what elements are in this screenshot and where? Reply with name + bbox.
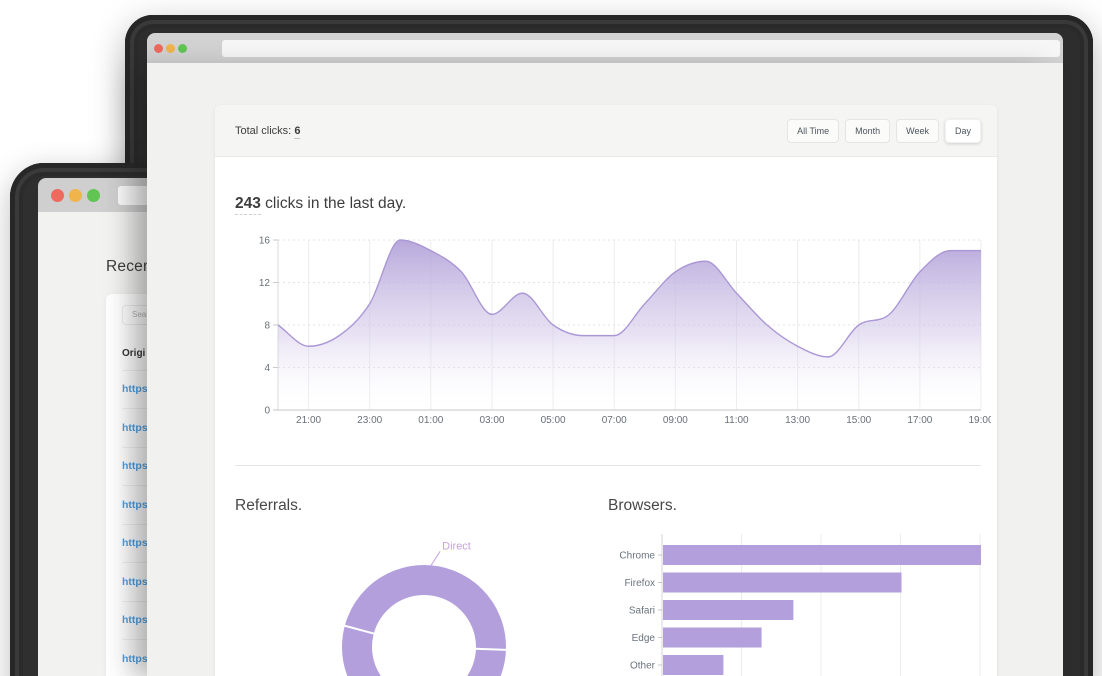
x-axis-tick-label: 07:00 <box>602 415 627 426</box>
total-clicks-value: 6 <box>294 125 300 139</box>
bar-safari <box>663 600 793 620</box>
donut-slice-divider <box>475 649 507 650</box>
section-divider <box>235 465 981 466</box>
bar-chrome <box>663 545 981 565</box>
close-window-button[interactable] <box>154 44 163 53</box>
bar-edge <box>663 628 762 648</box>
total-clicks-label: Total clicks: 6 <box>235 125 300 137</box>
filter-day-button[interactable]: Day <box>945 119 981 143</box>
close-window-button[interactable] <box>51 189 64 202</box>
bar-other <box>663 655 723 675</box>
filter-month-button[interactable]: Month <box>845 119 890 143</box>
analytics-card: Total clicks: 6 All Time Month Week Day … <box>215 105 997 676</box>
donut-slice-label: Direct <box>442 540 471 552</box>
clicks-area-chart[interactable]: 21:00 23:00 01:00 03:00 05:00 07:00 09:00 11:00… <box>235 232 991 428</box>
address-bar[interactable] <box>222 40 1060 57</box>
browsers-title: Browsers. <box>608 497 677 515</box>
minimize-window-button[interactable] <box>166 44 175 53</box>
bar-category-label: Edge <box>632 633 656 644</box>
minimize-window-button[interactable] <box>69 189 82 202</box>
clicks-summary-text: clicks in the last day. <box>261 195 406 212</box>
clicks-summary: 243 clicks in the last day. <box>235 195 406 213</box>
browsers-bar-chart[interactable]: Chrome Firefox Safari Edge Other <box>608 534 993 676</box>
bar-category-label: Firefox <box>624 578 655 589</box>
analytics-card-header: Total clicks: 6 All Time Month Week Day <box>215 105 997 157</box>
x-axis-tick-label: 17:00 <box>907 415 932 426</box>
bar-category-label: Other <box>630 661 656 672</box>
dashboard-page: Total clicks: 6 All Time Month Week Day … <box>147 63 1063 676</box>
clicks-count: 243 <box>235 195 261 215</box>
filter-all-time-button[interactable]: All Time <box>787 119 839 143</box>
total-clicks-text: Total clicks: <box>235 125 291 137</box>
x-axis-tick-label: 01:00 <box>418 415 443 426</box>
x-axis-tick-label: 09:00 <box>663 415 688 426</box>
x-axis-tick-label: 03:00 <box>479 415 504 426</box>
x-axis-tick-label: 13:00 <box>785 415 810 426</box>
bar-category-label: Chrome <box>619 551 655 562</box>
y-axis-tick-label: 4 <box>264 363 270 374</box>
bar-category-label: Safari <box>629 606 655 617</box>
x-axis-tick-label: 21:00 <box>296 415 321 426</box>
x-axis-tick-label: 15:00 <box>846 415 871 426</box>
x-axis-tick-label: 05:00 <box>541 415 566 426</box>
referrals-donut-chart[interactable]: Direct <box>330 534 525 676</box>
front-titlebar <box>147 33 1063 63</box>
donut-ring <box>357 580 491 676</box>
y-axis-tick-label: 0 <box>264 406 270 417</box>
filter-week-button[interactable]: Week <box>896 119 939 143</box>
y-axis-tick-label: 16 <box>259 236 271 247</box>
maximize-window-button[interactable] <box>178 44 187 53</box>
time-filter-group: All Time Month Week Day <box>787 119 981 143</box>
clicks-area-fill <box>278 240 981 410</box>
donut-label-leader <box>431 551 440 565</box>
referrals-title: Referrals. <box>235 497 302 515</box>
x-axis-tick-label: 11:00 <box>724 415 749 426</box>
y-axis-tick-label: 8 <box>264 321 270 332</box>
maximize-window-button[interactable] <box>87 189 100 202</box>
bar-firefox <box>663 573 902 593</box>
y-axis-tick-label: 12 <box>259 278 271 289</box>
x-axis-tick-label: 19:00 <box>968 415 991 426</box>
x-axis-tick-label: 23:00 <box>357 415 382 426</box>
